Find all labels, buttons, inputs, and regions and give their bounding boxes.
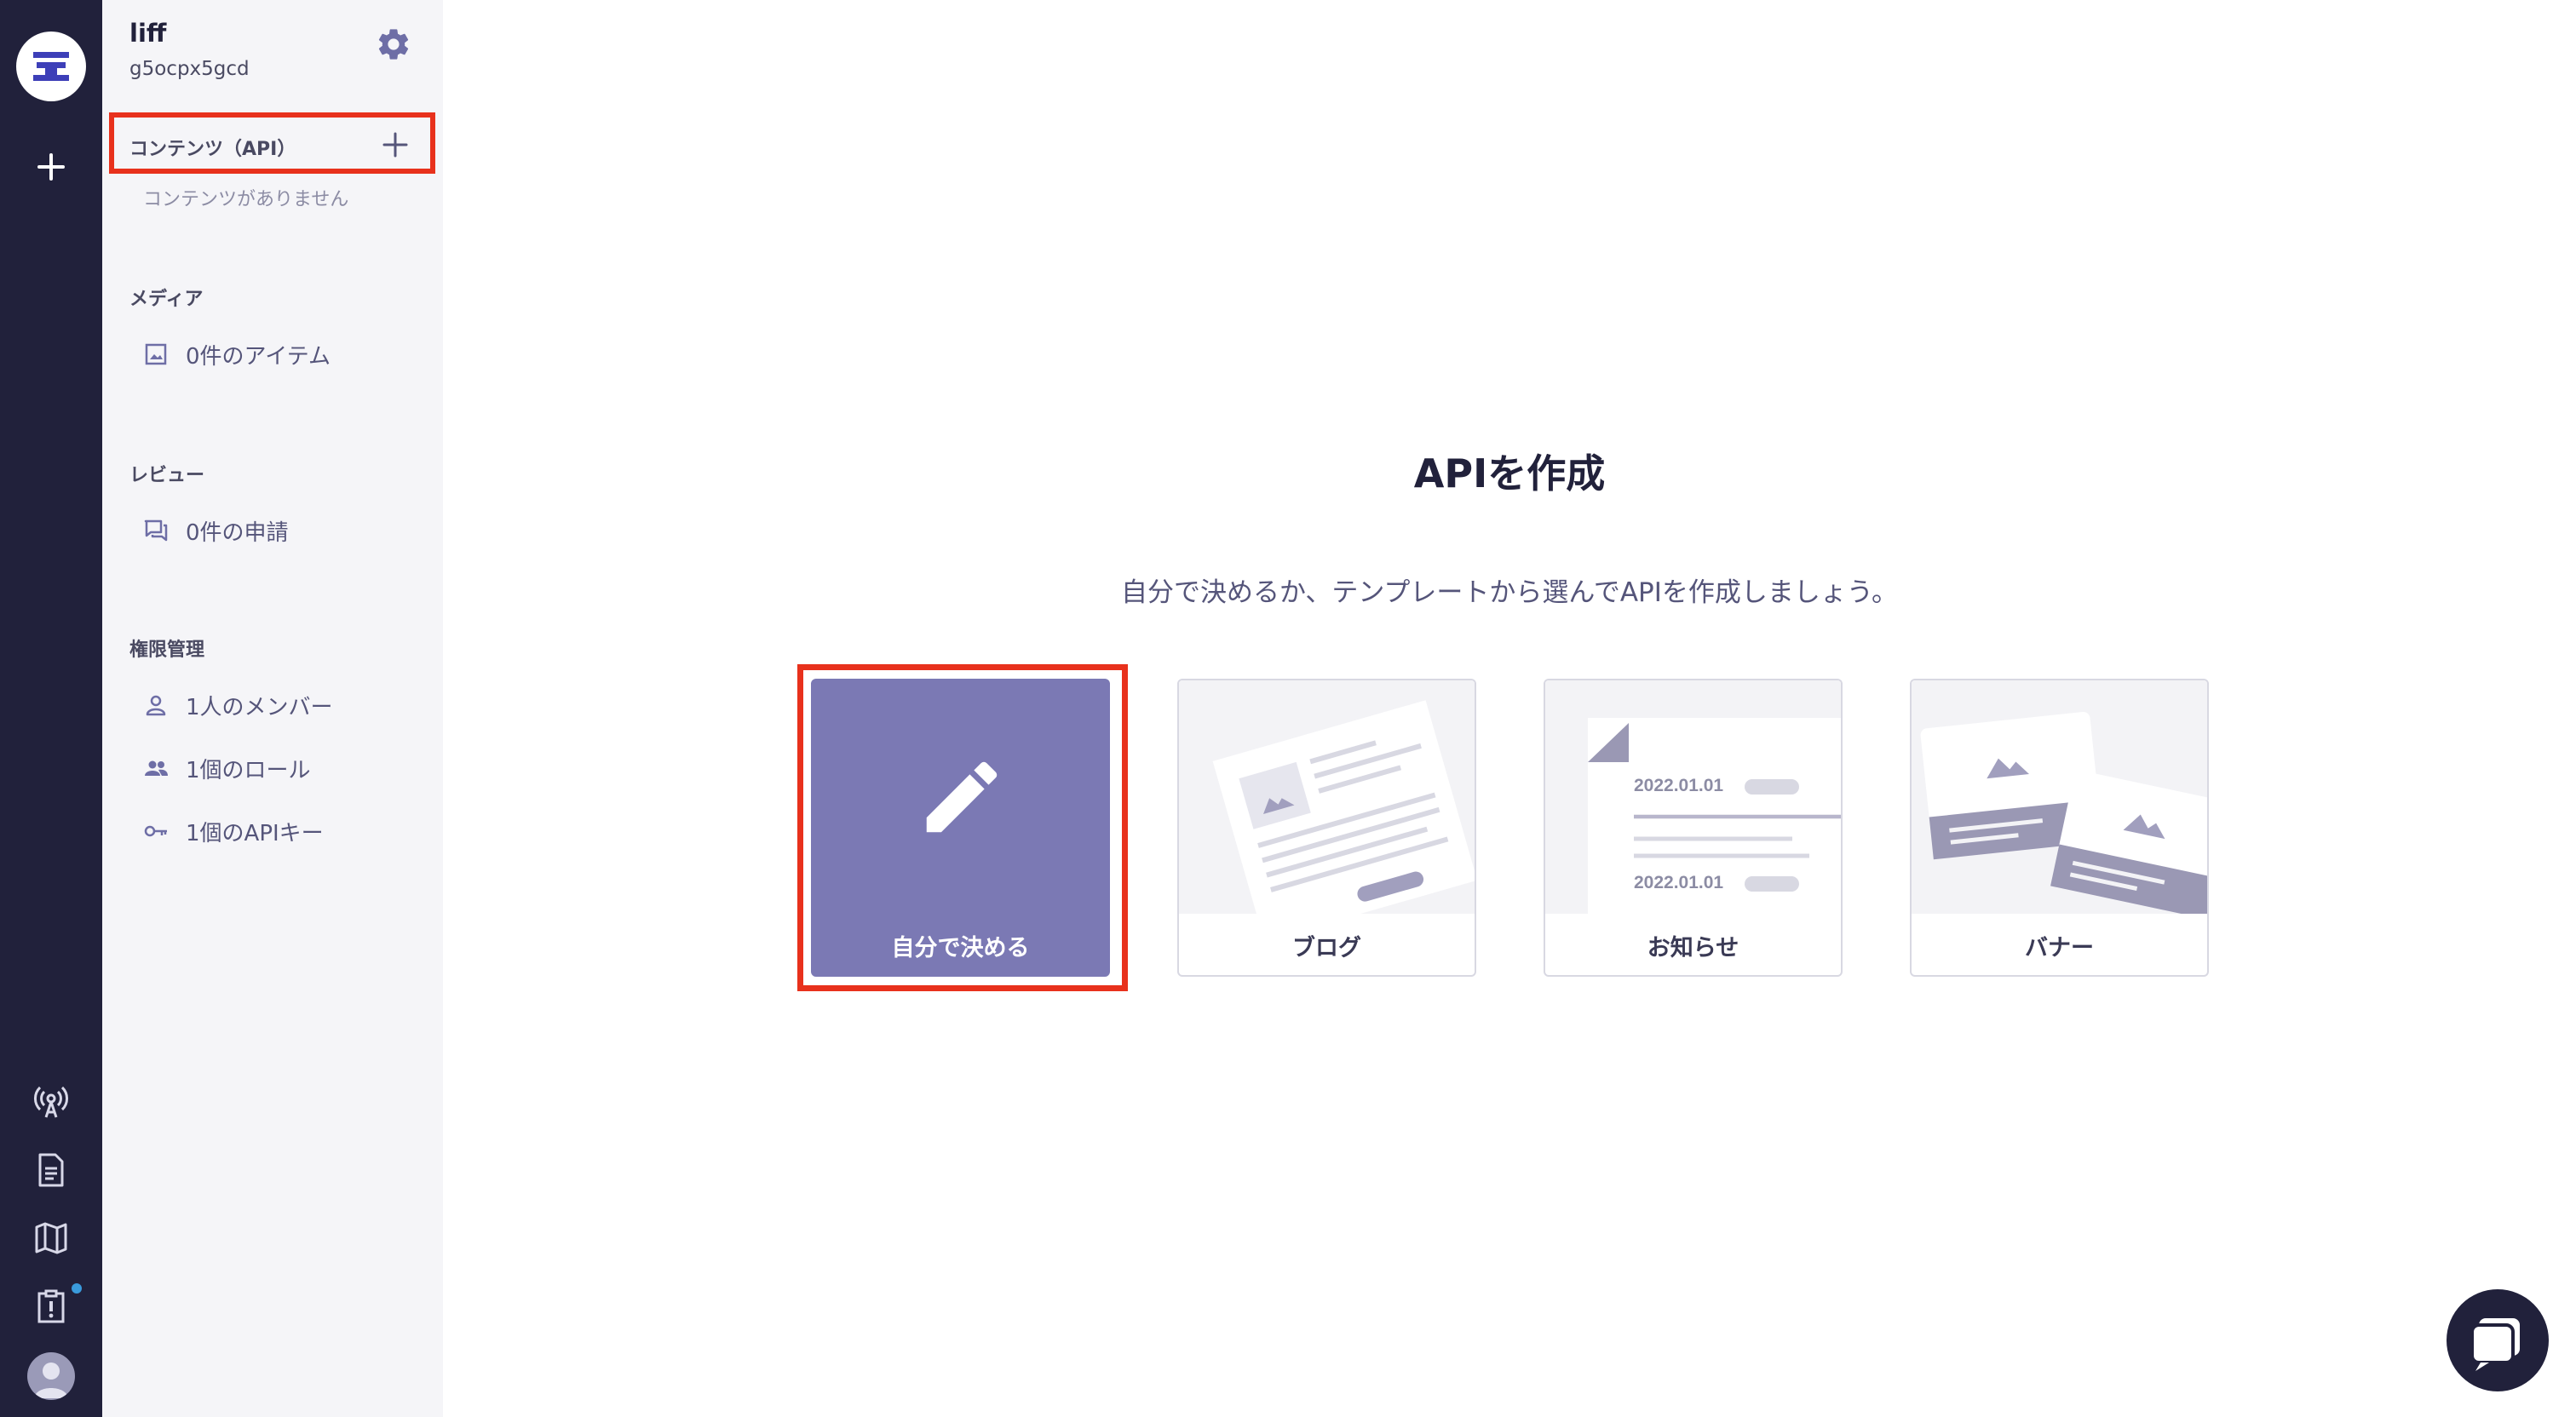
key-icon — [144, 825, 167, 837]
notification-dot — [72, 1283, 82, 1294]
sidebar: liff g5ocpx5gcd コンテンツ（API） コンテンツがありません メ… — [102, 0, 443, 1417]
news-illustration: 2022.01.01 2022.01.01 — [1545, 680, 1841, 914]
sidebar-item-members[interactable]: 1人のメンバー — [143, 690, 333, 720]
news-date-1: 2022.01.01 — [1634, 776, 1723, 795]
sidebar-item-roles[interactable]: 1個のロール — [143, 753, 311, 783]
app-logo-icon[interactable] — [16, 32, 86, 101]
page-title: APIを作成 — [1413, 450, 1606, 496]
sidebar-item-label: 0件の申請 — [186, 519, 289, 546]
banner-illustration — [1912, 680, 2207, 914]
sidebar-item-label: 1人のメンバー — [186, 694, 333, 720]
card-custom[interactable]: 自分で決める — [811, 679, 1110, 977]
sidebar-item-label: 1個のAPIキー — [186, 820, 324, 846]
sidebar-item-review[interactable]: 0件の申請 — [143, 515, 289, 546]
image-icon — [145, 343, 167, 365]
card-news[interactable]: 2022.01.01 2022.01.01 お知らせ — [1544, 679, 1843, 977]
card-banner[interactable]: バナー — [1910, 679, 2209, 977]
service-id: g5ocpx5gcd — [129, 58, 250, 80]
card-label: バナー — [2025, 935, 2094, 961]
pencil-icon — [926, 761, 998, 833]
sidebar-item-media[interactable]: 0件のアイテム — [143, 339, 331, 370]
chat-support-button[interactable] — [2447, 1289, 2549, 1391]
people-icon — [145, 760, 168, 776]
card-label: ブログ — [1292, 935, 1361, 961]
review-section-title: レビュー — [129, 465, 205, 486]
chat-icon — [2470, 1318, 2520, 1371]
add-service-icon[interactable] — [31, 146, 72, 187]
person-icon — [146, 695, 166, 716]
news-date-2: 2022.01.01 — [1634, 873, 1723, 892]
blog-illustration — [1179, 680, 1475, 914]
sidebar-item-api-keys[interactable]: 1個のAPIキー — [143, 816, 324, 846]
sidebar-item-label: 1個のロール — [186, 757, 311, 783]
service-name: liff — [129, 19, 167, 48]
app-rail — [0, 0, 102, 1417]
clipboard-alert-icon[interactable] — [32, 1288, 70, 1325]
card-blog[interactable]: ブログ — [1177, 679, 1476, 977]
document-icon[interactable] — [32, 1151, 70, 1189]
sidebar-item-label: 0件のアイテム — [186, 343, 331, 370]
user-avatar-icon[interactable] — [27, 1352, 75, 1400]
add-api-icon[interactable] — [380, 129, 411, 160]
card-label: お知らせ — [1647, 935, 1739, 961]
page-subtitle: 自分で決めるか、テンプレートから選んでAPIを作成しましょう。 — [1120, 577, 1899, 608]
content-section-title: コンテンツ（API） — [129, 139, 296, 160]
permission-section-title: 権限管理 — [129, 640, 205, 661]
chat-bubbles-icon — [144, 519, 168, 542]
media-section-title: メディア — [129, 289, 204, 310]
content-empty-message: コンテンツがありません — [143, 189, 349, 210]
broadcast-icon[interactable] — [32, 1083, 70, 1121]
map-icon[interactable] — [32, 1219, 70, 1257]
card-label: 自分で決める — [891, 935, 1030, 961]
gear-icon[interactable] — [375, 26, 412, 63]
